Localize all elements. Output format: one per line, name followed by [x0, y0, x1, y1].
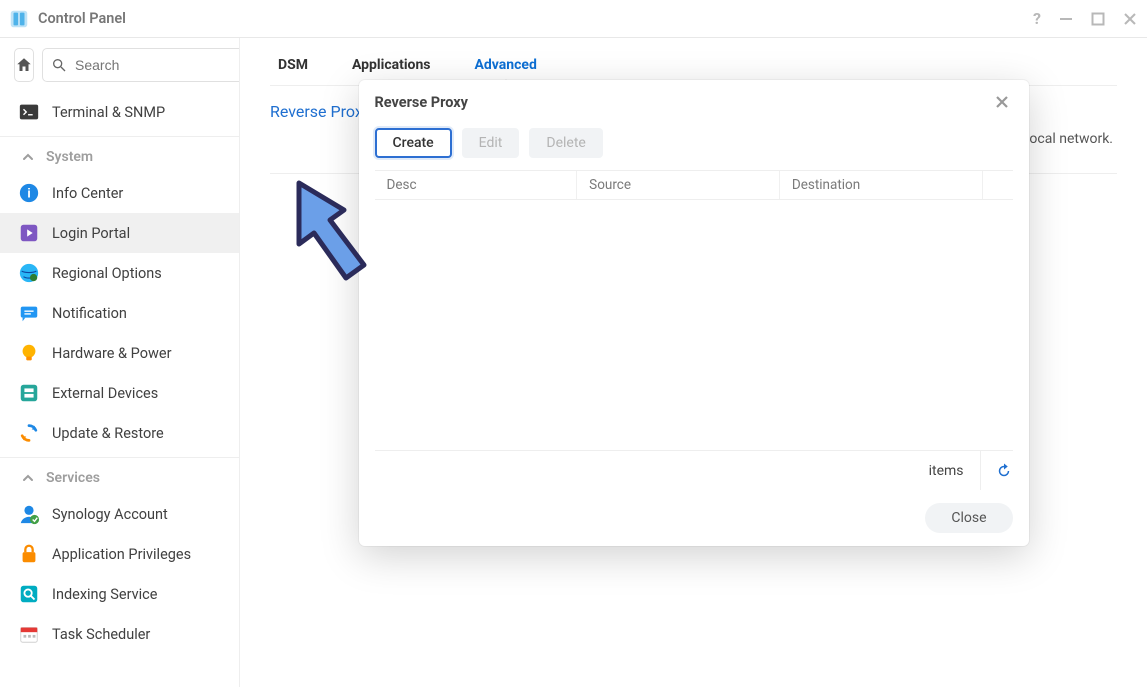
dialog-title: Reverse Proxy	[375, 94, 468, 111]
devices-icon	[18, 382, 40, 404]
sidebar-item-external-devices[interactable]: External Devices	[0, 373, 239, 413]
table-header: Desc Source Destination	[375, 170, 1013, 200]
col-source[interactable]: Source	[577, 171, 780, 199]
sidebar-item-label: Application Privileges	[52, 546, 191, 563]
globe-icon	[18, 262, 40, 284]
sidebar-item-label: Info Center	[52, 185, 123, 202]
bulb-icon	[18, 342, 40, 364]
chat-icon	[18, 302, 40, 324]
sidebar-item-label: Indexing Service	[52, 586, 157, 603]
terminal-icon	[18, 101, 40, 123]
search-icon	[51, 57, 67, 73]
maximize-icon[interactable]	[1091, 12, 1105, 26]
col-destination[interactable]: Destination	[780, 171, 983, 199]
app-icon	[8, 8, 30, 30]
sidebar-item-info-center[interactable]: i Info Center	[0, 173, 239, 213]
sidebar-item-notification[interactable]: Notification	[0, 293, 239, 333]
tab-dsm[interactable]: DSM	[274, 44, 312, 85]
delete-button[interactable]: Delete	[529, 128, 602, 158]
chevron-up-icon	[18, 151, 38, 163]
login-portal-icon	[18, 222, 40, 244]
window-title: Control Panel	[38, 10, 126, 27]
svg-text:i: i	[27, 186, 31, 201]
close-icon	[995, 95, 1009, 109]
reverse-proxy-dialog: Reverse Proxy Create Edit Delete Desc So…	[359, 80, 1029, 546]
sidebar-section-services[interactable]: Services	[0, 462, 239, 494]
refresh-button[interactable]	[980, 451, 1013, 490]
titlebar: Control Panel ?	[0, 0, 1147, 38]
sidebar-item-terminal-snmp[interactable]: Terminal & SNMP	[0, 92, 239, 132]
sync-icon	[18, 422, 40, 444]
sidebar-item-login-portal[interactable]: Login Portal	[0, 213, 239, 253]
search-field[interactable]	[73, 56, 240, 74]
home-icon	[15, 56, 33, 74]
dialog-close-button[interactable]	[991, 91, 1013, 113]
calendar-icon	[18, 623, 40, 645]
tab-applications[interactable]: Applications	[348, 44, 435, 85]
home-button[interactable]	[14, 48, 34, 82]
sidebar-item-update-restore[interactable]: Update & Restore	[0, 413, 239, 453]
close-window-icon[interactable]	[1123, 12, 1137, 26]
sidebar-item-label: Terminal & SNMP	[52, 104, 165, 121]
status-items: items	[929, 463, 964, 479]
sidebar-item-indexing-service[interactable]: Indexing Service	[0, 574, 239, 614]
tab-advanced[interactable]: Advanced	[471, 44, 541, 85]
sidebar-item-label: Notification	[52, 305, 127, 322]
table-body	[375, 200, 1013, 450]
sidebar-item-hardware-power[interactable]: Hardware & Power	[0, 333, 239, 373]
sidebar-item-label: External Devices	[52, 385, 158, 402]
create-button[interactable]: Create	[375, 128, 452, 158]
sidebar-item-label: Task Scheduler	[52, 626, 150, 643]
lock-icon	[18, 543, 40, 565]
sidebar-item-regional-options[interactable]: Regional Options	[0, 253, 239, 293]
sidebar-item-synology-account[interactable]: Synology Account	[0, 494, 239, 534]
minimize-icon[interactable]	[1059, 12, 1073, 26]
sidebar-item-label: Hardware & Power	[52, 345, 171, 362]
section-label: Services	[46, 470, 100, 486]
chevron-up-icon	[18, 472, 38, 484]
sidebar-item-label: Regional Options	[52, 265, 162, 282]
close-button[interactable]: Close	[925, 503, 1012, 533]
sidebar: Terminal & SNMP System i Info Center Log…	[0, 38, 240, 687]
col-description[interactable]: Desc	[375, 171, 578, 199]
indexing-icon	[18, 583, 40, 605]
account-icon	[18, 503, 40, 525]
info-icon: i	[18, 182, 40, 204]
edit-button[interactable]: Edit	[462, 128, 520, 158]
col-spacer	[983, 171, 1013, 199]
sidebar-item-task-scheduler[interactable]: Task Scheduler	[0, 614, 239, 654]
sidebar-item-label: Login Portal	[52, 225, 130, 242]
sidebar-section-system[interactable]: System	[0, 141, 239, 173]
sidebar-item-label: Synology Account	[52, 506, 168, 523]
refresh-icon	[995, 462, 1013, 480]
search-input[interactable]	[42, 48, 240, 82]
sidebar-item-label: Update & Restore	[52, 425, 164, 442]
sidebar-item-application-privileges[interactable]: Application Privileges	[0, 534, 239, 574]
section-label: System	[46, 149, 93, 165]
help-icon[interactable]: ?	[1033, 9, 1041, 28]
